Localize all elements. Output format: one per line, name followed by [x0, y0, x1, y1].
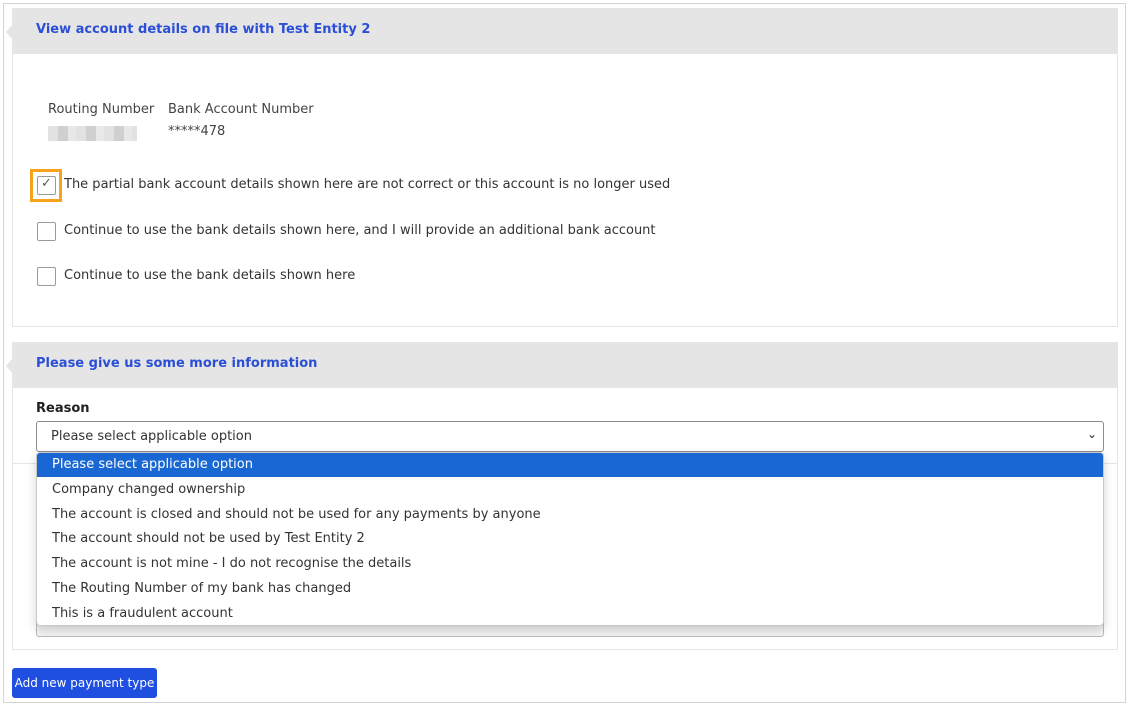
- bank-account-number-label: Bank Account Number: [168, 102, 314, 117]
- checkbox-additional-account[interactable]: [37, 222, 56, 241]
- dropdown-option[interactable]: Please select applicable option: [37, 453, 1103, 477]
- checkmark-icon: ✓: [41, 176, 52, 191]
- dropdown-option[interactable]: This is a fraudulent account: [37, 602, 1103, 625]
- dropdown-option[interactable]: The account is closed and should not be …: [37, 503, 1103, 527]
- option-label: The partial bank account details shown h…: [64, 177, 671, 192]
- dropdown-option[interactable]: The account should not be used by Test E…: [37, 527, 1103, 551]
- routing-number-label: Routing Number: [48, 102, 155, 117]
- account-details-header[interactable]: View account details on file with Test E…: [6, 9, 1117, 54]
- dropdown-option[interactable]: The account is not mine - I do not recog…: [37, 552, 1103, 576]
- option-label: Continue to use the bank details shown h…: [64, 268, 356, 283]
- bank-account-number-value: *****478: [168, 124, 226, 139]
- account-details-title[interactable]: View account details on file with Test E…: [36, 22, 370, 37]
- dropdown-option[interactable]: The Routing Number of my bank has change…: [37, 577, 1103, 601]
- more-information-header[interactable]: Please give us some more information: [6, 343, 1117, 388]
- add-payment-type-button[interactable]: Add new payment type: [12, 668, 157, 698]
- reason-dropdown-list: Please select applicable option Company …: [36, 452, 1104, 626]
- routing-number-redacted: [48, 126, 137, 141]
- chevron-down-icon: ⌄: [1086, 427, 1097, 441]
- dropdown-option[interactable]: Company changed ownership: [37, 478, 1103, 502]
- checkbox-incorrect-details[interactable]: ✓: [37, 176, 56, 195]
- account-details-panel: View account details on file with Test E…: [6, 8, 1118, 327]
- checkbox-continue-use[interactable]: [37, 267, 56, 286]
- option-label: Continue to use the bank details shown h…: [64, 223, 656, 238]
- reason-label: Reason: [36, 401, 90, 416]
- more-information-title[interactable]: Please give us some more information: [36, 356, 317, 371]
- reason-select-value: Please select applicable option: [51, 429, 252, 444]
- reason-select[interactable]: Please select applicable option ⌄: [36, 421, 1104, 452]
